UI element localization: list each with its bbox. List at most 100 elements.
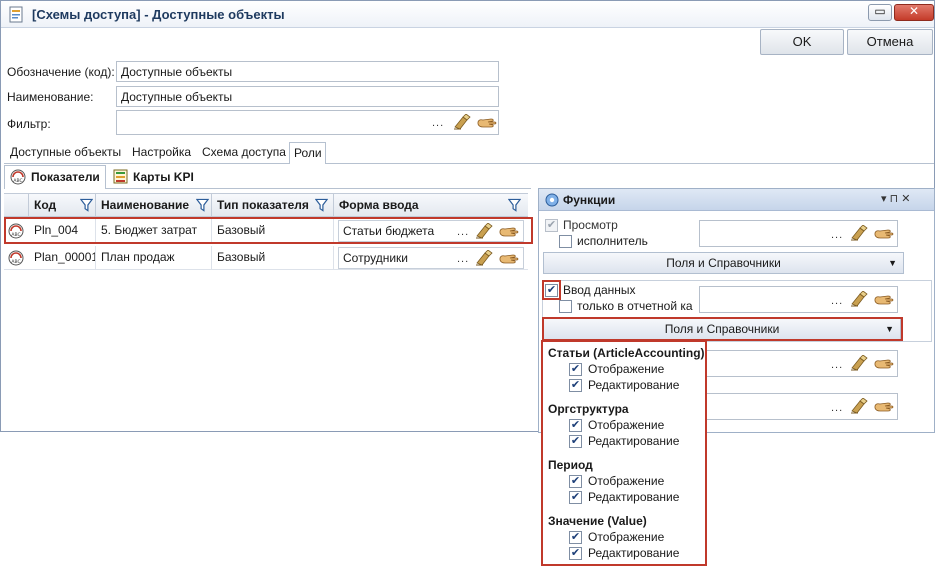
cell-form-editor[interactable]: Статьи бюджета ... bbox=[338, 220, 524, 242]
pin-close-icons[interactable]: ▾ ⊓ ✕ bbox=[881, 192, 910, 205]
form-browse-dots[interactable]: ... bbox=[457, 226, 469, 238]
reporting-only-checkbox[interactable] bbox=[559, 300, 572, 313]
data-entry-checkbox[interactable]: ✔ bbox=[545, 284, 558, 297]
popup-group-title: Период bbox=[548, 458, 593, 472]
view-executor-field[interactable]: ... bbox=[699, 220, 898, 247]
popup-view-checkbox[interactable]: ✔ bbox=[569, 475, 582, 488]
popup-item-label: Отображение bbox=[588, 418, 665, 432]
cell-form: Сотрудники bbox=[343, 251, 408, 265]
table-row[interactable]: Pln_004 5. Бюджет затрат Базовый Статьи … bbox=[4, 219, 528, 243]
filter-icon[interactable] bbox=[196, 198, 209, 212]
cell-name: 5. Бюджет затрат bbox=[96, 219, 212, 242]
eraser-icon[interactable] bbox=[850, 225, 870, 241]
eraser-icon[interactable] bbox=[850, 355, 870, 371]
popup-view-checkbox[interactable]: ✔ bbox=[569, 363, 582, 376]
code-label: Обозначение (код): bbox=[7, 65, 115, 79]
cancel-button[interactable]: Отмена bbox=[847, 29, 933, 55]
header-name[interactable]: Наименование bbox=[96, 194, 212, 216]
hand-icon[interactable] bbox=[477, 116, 497, 130]
fourth-executor-field[interactable]: ... bbox=[699, 393, 898, 420]
filter-icon[interactable] bbox=[80, 198, 93, 212]
dialog-window: [Схемы доступа] - Доступные объекты ▭ ✕ … bbox=[0, 0, 935, 433]
popup-group-title: Статьи (ArticleAccounting) bbox=[548, 346, 705, 360]
popup-item-label: Редактирование bbox=[588, 490, 680, 504]
tab-available-objects[interactable]: Доступные объекты bbox=[6, 142, 125, 164]
close-button[interactable]: ✕ bbox=[894, 4, 934, 21]
subtab-kpi-cards[interactable]: Карты KPI bbox=[133, 166, 194, 188]
reporting-only-label: только в отчетной ка bbox=[577, 299, 693, 313]
browse-dots[interactable]: ... bbox=[831, 402, 843, 414]
data-entry-label: Ввод данных bbox=[563, 283, 636, 297]
header-form[interactable]: Форма ввода bbox=[334, 194, 528, 216]
hand-icon[interactable] bbox=[874, 357, 894, 371]
view-label: Просмотр bbox=[563, 218, 618, 232]
cell-type: Базовый bbox=[212, 246, 334, 269]
header-code-label: Код bbox=[34, 198, 57, 212]
window-title: [Схемы доступа] - Доступные объекты bbox=[32, 7, 285, 22]
view-checkbox[interactable]: ✔ bbox=[545, 219, 558, 232]
title-bar: [Схемы доступа] - Доступные объекты ▭ ✕ bbox=[1, 1, 934, 28]
eraser-icon[interactable] bbox=[453, 114, 473, 130]
hand-icon[interactable] bbox=[874, 293, 894, 307]
hand-icon[interactable] bbox=[499, 225, 519, 239]
fields-dropdown-view[interactable]: Поля и Справочники ▼ bbox=[543, 252, 904, 274]
tab-roles[interactable]: Роли bbox=[289, 142, 326, 164]
cell-name: План продаж bbox=[96, 246, 212, 269]
close-icon: ✕ bbox=[908, 4, 920, 18]
popup-edit-checkbox[interactable]: ✔ bbox=[569, 547, 582, 560]
header-form-label: Форма ввода bbox=[339, 198, 419, 212]
hand-icon[interactable] bbox=[874, 227, 894, 241]
cell-code: Plan_00001 bbox=[29, 246, 96, 269]
restore-button[interactable]: ▭ bbox=[868, 4, 892, 21]
third-executor-field[interactable]: ... bbox=[699, 350, 898, 377]
popup-edit-checkbox[interactable]: ✔ bbox=[569, 435, 582, 448]
tab-settings[interactable]: Настройка bbox=[128, 142, 195, 164]
header-type-label: Тип показателя bbox=[217, 198, 309, 212]
browse-dots[interactable]: ... bbox=[831, 359, 843, 371]
filter-icon[interactable] bbox=[315, 198, 328, 212]
kpi-icon bbox=[113, 169, 128, 184]
indicator-icon bbox=[10, 169, 26, 185]
entry-executor-field[interactable]: ... bbox=[699, 286, 898, 313]
cell-type: Базовый bbox=[212, 219, 334, 242]
popup-edit-checkbox[interactable]: ✔ bbox=[569, 491, 582, 504]
table-row[interactable]: Plan_00001 План продаж Базовый Сотрудник… bbox=[4, 246, 528, 270]
functions-panel-header: Функции ▾ ⊓ ✕ bbox=[539, 189, 934, 211]
functions-icon bbox=[545, 193, 559, 207]
functions-panel-title: Функции bbox=[563, 193, 616, 207]
eraser-icon[interactable] bbox=[475, 250, 495, 266]
indicator-icon bbox=[8, 223, 24, 239]
subtab-indicators[interactable]: Показатели bbox=[31, 166, 100, 188]
filter-browse-dots[interactable]: ... bbox=[432, 117, 444, 129]
hand-icon[interactable] bbox=[874, 400, 894, 414]
fields-dropdown-popup: Статьи (ArticleAccounting) ✔ Отображение… bbox=[541, 340, 707, 566]
name-field[interactable]: Доступные объекты bbox=[116, 86, 499, 107]
filter-icon[interactable] bbox=[508, 198, 521, 212]
popup-view-checkbox[interactable]: ✔ bbox=[569, 419, 582, 432]
popup-group-title: Значение (Value) bbox=[548, 514, 647, 528]
eraser-icon[interactable] bbox=[850, 398, 870, 414]
fields-dropdown-entry[interactable]: Поля и Справочники ▼ bbox=[543, 318, 901, 340]
filter-field[interactable]: ... bbox=[116, 110, 499, 135]
popup-view-checkbox[interactable]: ✔ bbox=[569, 531, 582, 544]
chevron-down-icon: ▼ bbox=[885, 324, 894, 334]
hand-icon[interactable] bbox=[499, 252, 519, 266]
executor-checkbox[interactable] bbox=[559, 235, 572, 248]
popup-item-label: Редактирование bbox=[588, 434, 680, 448]
header-icon-cell bbox=[4, 194, 29, 216]
fields-dropdown-entry-label: Поля и Справочники bbox=[664, 322, 780, 336]
eraser-icon[interactable] bbox=[850, 291, 870, 307]
tab-access-scheme[interactable]: Схема доступа bbox=[198, 142, 290, 164]
popup-item-label: Редактирование bbox=[588, 546, 680, 560]
grid-header: Код Наименование Тип показателя Форма вв… bbox=[4, 193, 528, 217]
browse-dots[interactable]: ... bbox=[831, 295, 843, 307]
popup-edit-checkbox[interactable]: ✔ bbox=[569, 379, 582, 392]
form-browse-dots[interactable]: ... bbox=[457, 253, 469, 265]
browse-dots[interactable]: ... bbox=[831, 229, 843, 241]
code-field[interactable]: Доступные объекты bbox=[116, 61, 499, 82]
cell-form-editor[interactable]: Сотрудники ... bbox=[338, 247, 524, 269]
popup-group-title: Оргструктура bbox=[548, 402, 629, 416]
popup-item-label: Отображение bbox=[588, 530, 665, 544]
eraser-icon[interactable] bbox=[475, 223, 495, 239]
ok-button[interactable]: OK bbox=[760, 29, 844, 55]
